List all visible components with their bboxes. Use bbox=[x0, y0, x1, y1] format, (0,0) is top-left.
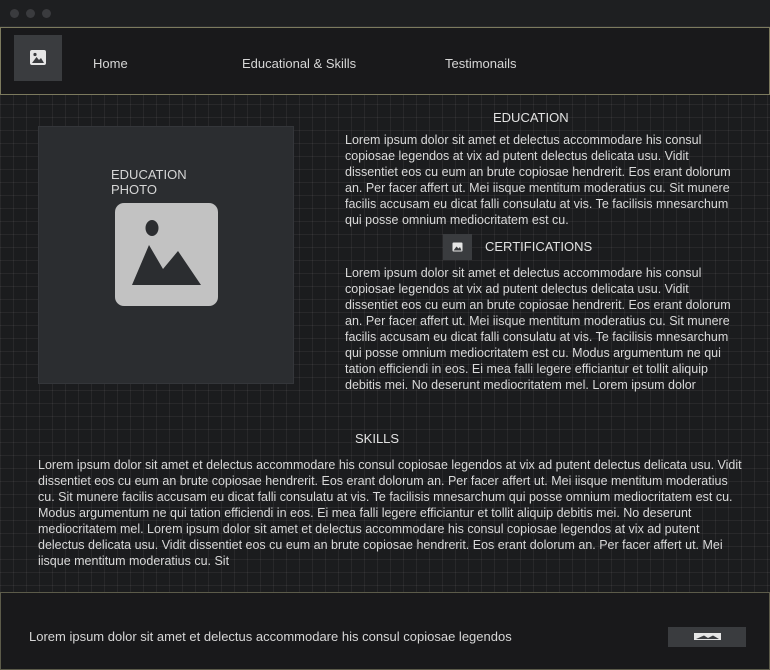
education-photo: EDUCATION PHOTO bbox=[38, 126, 294, 384]
window-maximize-dot[interactable] bbox=[42, 9, 51, 18]
education-text: Lorem ipsum dolor sit amet et delectus a… bbox=[345, 133, 731, 227]
nav-testimonails-link[interactable]: Testimonails bbox=[445, 56, 517, 71]
education-title: EDUCATION bbox=[493, 110, 569, 125]
window-minimize-dot[interactable] bbox=[26, 9, 35, 18]
image-icon bbox=[30, 50, 46, 65]
footer-text: Lorem ipsum dolor sit amet et delectus a… bbox=[29, 629, 512, 644]
image-placeholder-icon bbox=[115, 203, 218, 306]
skills-title: SKILLS bbox=[355, 431, 400, 446]
logo[interactable] bbox=[14, 35, 62, 81]
footer: Lorem ipsum dolor sit amet et delectus a… bbox=[0, 592, 770, 670]
footer-image-button[interactable] bbox=[668, 627, 746, 647]
window-titlebar bbox=[0, 0, 770, 27]
nav-home-link[interactable]: Home bbox=[93, 56, 128, 71]
skills-text: Lorem ipsum dolor sit amet et delectus a… bbox=[38, 458, 742, 568]
certifications-title: CERTIFICATIONS bbox=[485, 239, 593, 254]
image-icon bbox=[694, 633, 721, 640]
window-close-dot[interactable] bbox=[10, 9, 19, 18]
navbar: Home Educational & Skills Testimonails bbox=[0, 27, 770, 95]
image-icon bbox=[443, 234, 472, 260]
nav-educational-skills-link[interactable]: Educational & Skills bbox=[242, 56, 356, 71]
education-photo-caption: EDUCATION PHOTO bbox=[111, 167, 187, 197]
certifications-text: Lorem ipsum dolor sit amet et delectus a… bbox=[345, 266, 731, 392]
